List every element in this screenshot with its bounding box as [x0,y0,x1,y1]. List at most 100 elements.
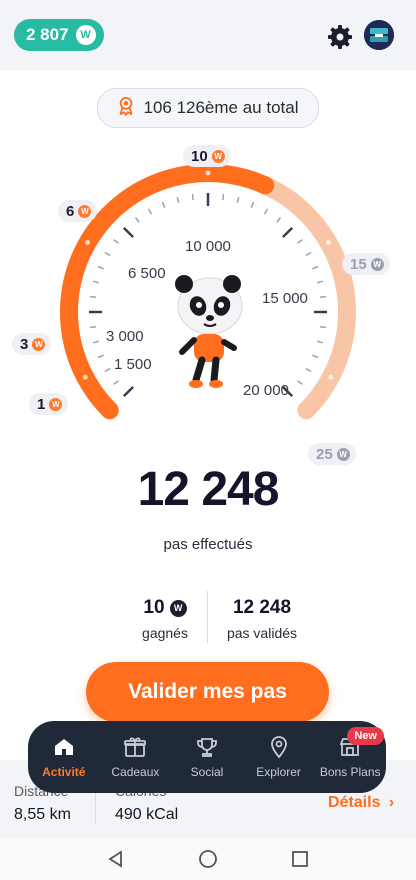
gauge-marker-dot [85,240,91,245]
gauge-label-15000: 15 000 [262,290,308,307]
map-pin-icon [270,736,287,759]
milestone-3: 3W [12,333,52,355]
gauge-tick [161,201,166,208]
balance-pill[interactable]: 2 807 W [14,19,104,51]
milestone-value: 3 [20,335,29,353]
gauge-tick [97,354,104,359]
gauge-tick [122,386,134,398]
home-icon [54,739,73,755]
gauge-tick [297,380,303,386]
validate-steps-button[interactable]: Valider mes pas [86,662,329,722]
gauge-tick [297,238,303,244]
milestone-value: 15 [350,255,367,273]
milestone-10: 10 W [183,145,231,167]
nav-label: Social [190,765,224,779]
gauge-tick [222,193,225,201]
coin-icon: W [32,337,46,351]
coin-icon: W [336,447,350,461]
gauge-tick [305,367,312,373]
gauge-tick [319,326,327,329]
gauge-tick [319,295,327,298]
gauge-tick [312,354,319,359]
gauge-tick [89,326,97,329]
chevron-right-icon: › [388,794,395,811]
gauge-marker-dot [82,374,88,380]
coin-icon: W [211,149,225,163]
nav-label: Bons Plans [319,765,381,779]
gauge-tick [316,340,324,344]
home-circle-icon[interactable] [198,849,218,869]
gauge-tick [316,280,324,284]
nav-label: Explorer [256,765,301,779]
gauge-tick [305,251,312,257]
gauge-marker-dot [325,240,331,245]
nav-item-cadeaux[interactable]: Cadeaux [100,721,172,793]
system-nav-bar [0,838,416,880]
gauge-tick [104,367,111,373]
coin-icon: W [370,257,384,271]
nav-item-social[interactable]: Social [171,721,243,793]
profile-avatar[interactable] [364,20,394,50]
milestone-value: 6 [66,202,75,220]
coin-icon: W [78,204,92,218]
gauge-label-10000: 10 000 [185,238,231,255]
gauge-label-6500: 6 500 [128,265,166,282]
gauge-tick [134,217,140,223]
gauge-marker-dot [328,374,334,380]
gauge-tick [104,251,111,257]
gauge-tick [282,226,294,238]
nav-item-explorer[interactable]: Explorer [243,721,315,793]
details-label: Détails [328,794,381,811]
earned-label: gagnés [142,625,188,641]
nav-label: Activité [42,765,86,779]
gauge-tick [89,295,97,298]
step-count-label: pas effectués [163,536,253,553]
stat-divider [207,591,208,643]
milestone-6: 6W [58,200,98,222]
gauge-tick [236,196,240,204]
milestone-15: 15 W [342,253,390,275]
earned-value: 10 [143,597,165,618]
calories-value: 490 kCal [115,806,179,823]
milestone-1: 1W [29,393,69,415]
rank-pill[interactable]: 106 126ème au total [97,88,319,128]
gauge-marker-dot [205,170,211,176]
back-icon[interactable] [106,849,126,869]
gauge-tick [92,340,100,344]
gauge-tick [191,193,194,201]
balance-value: 2 807 [26,25,69,44]
gauge-tick [312,265,319,270]
gauge-label-20000: 20 000 [243,382,289,399]
step-count: 12 248 [137,463,280,516]
gauge-tick [122,226,134,238]
settings-gear-icon[interactable] [326,23,354,51]
gift-icon [124,737,147,757]
gauge-tick [250,201,255,208]
recents-icon[interactable] [290,849,310,869]
coin-icon: W [75,25,96,45]
trophy-icon [197,738,217,757]
gauge-tick [113,238,119,244]
new-badge: New [347,727,384,745]
gauge-tick [113,380,119,386]
bottom-nav: Activité Cadeaux Social Explorer Bons Pl… [28,721,386,793]
gauge-tick [176,196,180,204]
rank-label: 106 126ème au total [143,98,299,117]
gauge-label-1500: 1 500 [114,356,152,373]
nav-item-bons-plans[interactable]: Bons Plans New [314,721,386,793]
medal-icon [117,96,135,121]
milestone-value: 10 [191,147,208,165]
gauge-tick [97,265,104,270]
gauge-tick [147,208,153,215]
details-link[interactable]: Détails › [328,794,394,812]
validated-stat: 12 248 pas validés [212,597,312,641]
nav-label: Cadeaux [111,765,160,779]
milestone-value: 1 [37,395,46,413]
coin-icon: W [49,397,63,411]
panda-mascot [175,275,243,388]
gauge-label-3000: 3 000 [106,328,144,345]
gauge-tick [263,208,269,215]
nav-item-activite[interactable]: Activité [28,721,100,793]
coin-icon: W [169,599,187,617]
earned-stat: 10 W gagnés [110,597,220,641]
